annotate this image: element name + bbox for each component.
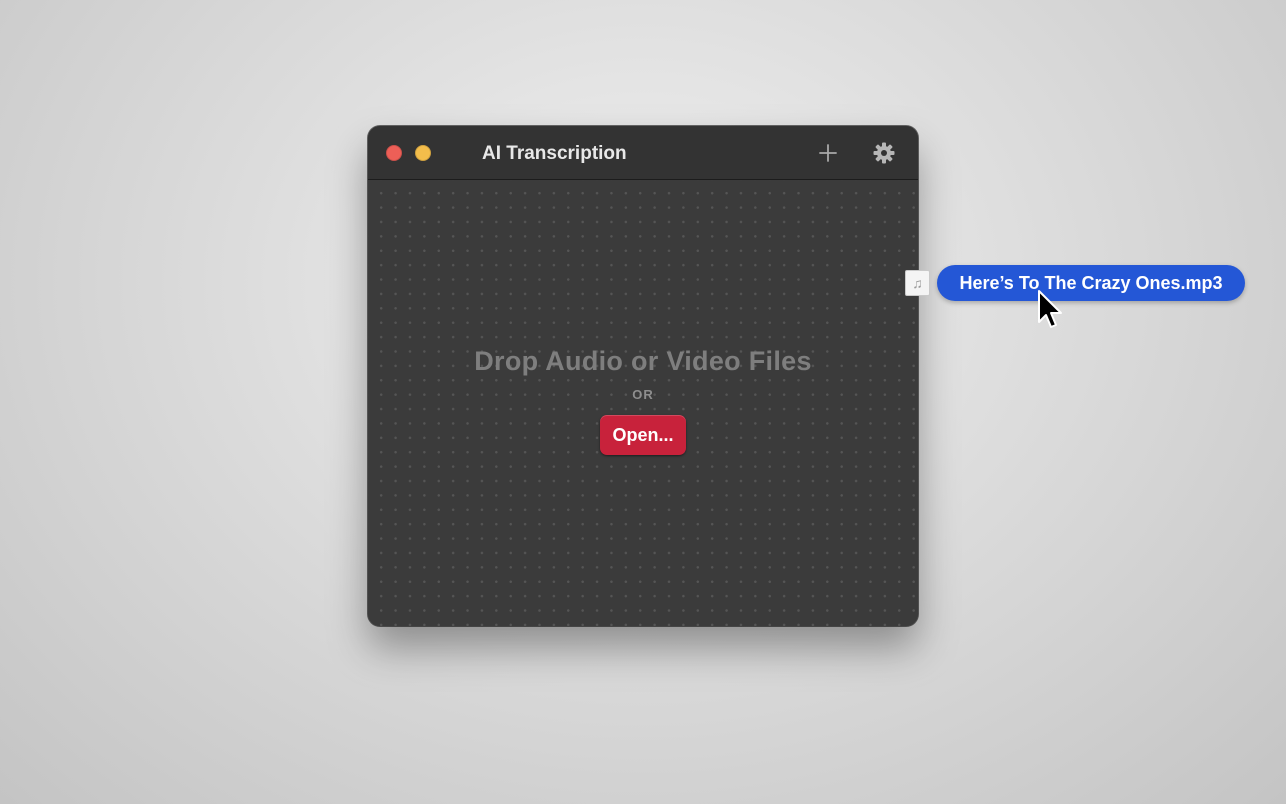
or-separator: OR	[632, 387, 654, 402]
pointer-cursor-icon	[1036, 289, 1064, 331]
plus-icon	[819, 144, 837, 162]
drop-zone[interactable]: Drop Audio or Video Files OR Open...	[368, 180, 918, 626]
gear-icon	[873, 142, 895, 164]
music-note-icon: ♫	[905, 270, 930, 296]
window-title: AI Transcription	[482, 143, 627, 164]
open-button[interactable]: Open...	[600, 415, 686, 455]
drop-heading: Drop Audio or Video Files	[474, 346, 812, 376]
close-window-button[interactable]	[386, 145, 402, 161]
add-button[interactable]	[815, 140, 841, 166]
app-window: AI Transcription Drop Audio or Video Fil…	[368, 126, 918, 626]
minimize-window-button[interactable]	[415, 145, 431, 161]
settings-button[interactable]	[871, 140, 897, 166]
dragged-file-label: Here’s To The Crazy Ones.mp3	[937, 265, 1245, 301]
title-bar[interactable]: AI Transcription	[368, 126, 918, 180]
